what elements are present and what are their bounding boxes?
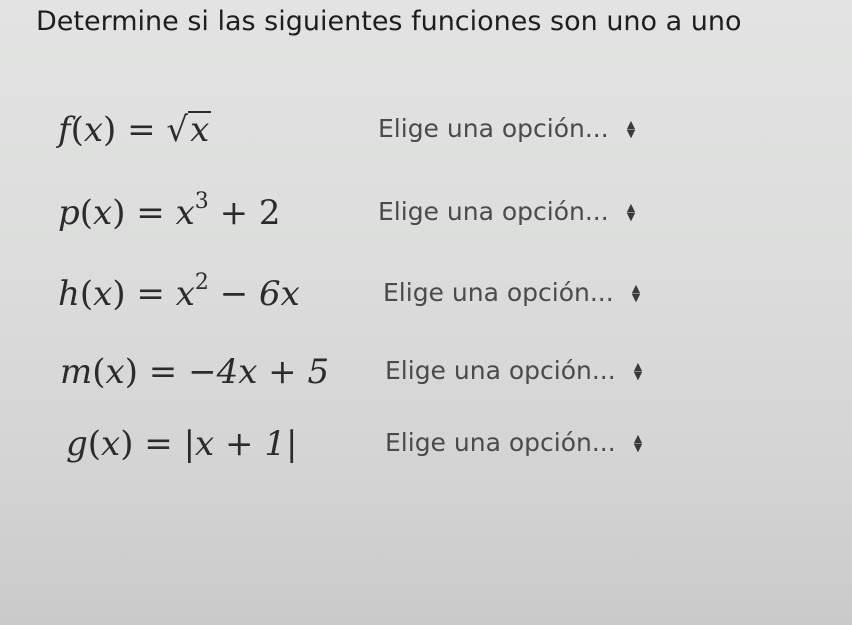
instruction-text: Determine si las siguientes funciones so… (36, 6, 742, 37)
answer-select-g[interactable]: Elige una opción... ▲ ▼ (385, 428, 642, 457)
select-arrows-icon: ▲ ▼ (633, 431, 643, 454)
select-placeholder: Elige una opción... (385, 428, 616, 457)
answer-select-m[interactable]: Elige una opción... ▲ ▼ (385, 356, 642, 385)
question-row-h: h(x) = x2 − 6x Elige una opción... ▲ ▼ (0, 270, 852, 338)
select-placeholder: Elige una opción... (383, 278, 614, 307)
function-g-formula: g(x) = |x + 1| (66, 424, 298, 464)
answer-select-p[interactable]: Elige una opción... ▲ ▼ (378, 197, 635, 226)
question-row-p: p(x) = x3 + 2 Elige una opción... ▲ ▼ (0, 189, 852, 257)
question-row-g: g(x) = |x + 1| Elige una opción... ▲ ▼ (0, 424, 852, 488)
function-f-formula: f(x) = √x (58, 110, 212, 150)
question-row-m: m(x) = −4x + 5 Elige una opción... ▲ ▼ (0, 352, 852, 416)
select-arrows-icon: ▲ ▼ (631, 281, 641, 304)
select-arrows-icon: ▲ ▼ (633, 359, 643, 382)
select-placeholder: Elige una opción... (378, 114, 609, 143)
select-arrows-icon: ▲ ▼ (626, 200, 636, 223)
select-placeholder: Elige una opción... (378, 197, 609, 226)
question-row-f: f(x) = √x Elige una opción... ▲ ▼ (0, 110, 852, 174)
select-placeholder: Elige una opción... (385, 356, 616, 385)
function-p-formula: p(x) = x3 + 2 (58, 189, 281, 234)
answer-select-h[interactable]: Elige una opción... ▲ ▼ (383, 278, 640, 307)
function-h-formula: h(x) = x2 − 6x (58, 270, 300, 315)
answer-select-f[interactable]: Elige una opción... ▲ ▼ (378, 114, 635, 143)
function-m-formula: m(x) = −4x + 5 (60, 352, 330, 392)
square-root-symbol: √x (166, 110, 212, 150)
select-arrows-icon: ▲ ▼ (626, 117, 636, 140)
